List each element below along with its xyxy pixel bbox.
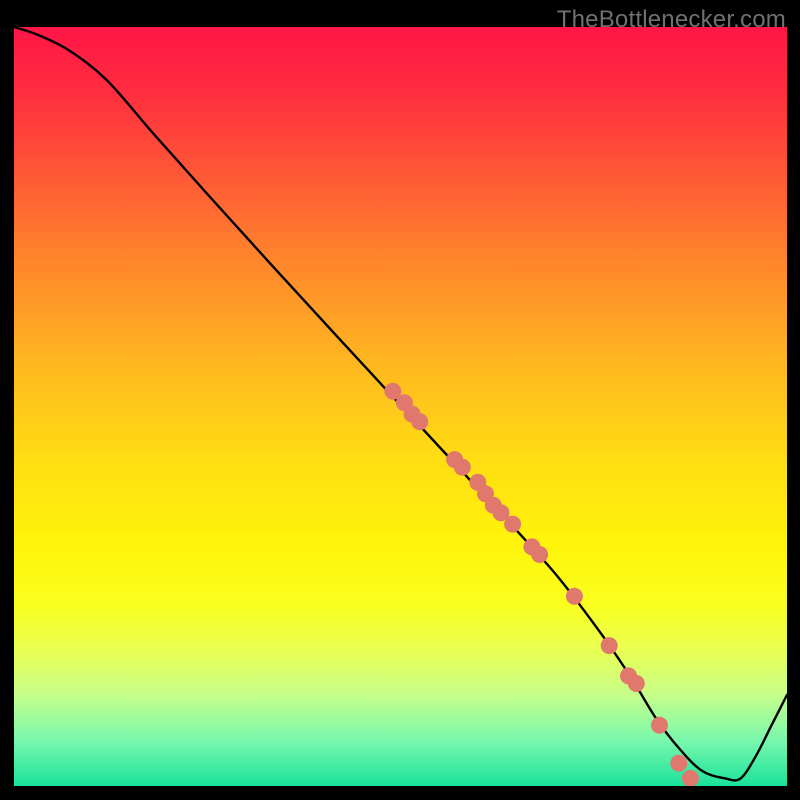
data-markers — [384, 383, 699, 786]
watermark-text: TheBottlenecker.com — [557, 6, 786, 34]
data-marker — [454, 459, 471, 476]
data-marker — [601, 637, 618, 654]
plot-area — [14, 27, 787, 786]
data-marker — [670, 755, 687, 772]
data-marker — [682, 770, 699, 786]
data-marker — [411, 413, 428, 430]
data-marker — [504, 516, 521, 533]
chart-frame: TheBottlenecker.com — [0, 0, 800, 800]
data-marker — [566, 588, 583, 605]
chart-svg — [14, 27, 787, 786]
data-marker — [628, 675, 645, 692]
data-marker — [531, 546, 548, 563]
data-marker — [651, 717, 668, 734]
